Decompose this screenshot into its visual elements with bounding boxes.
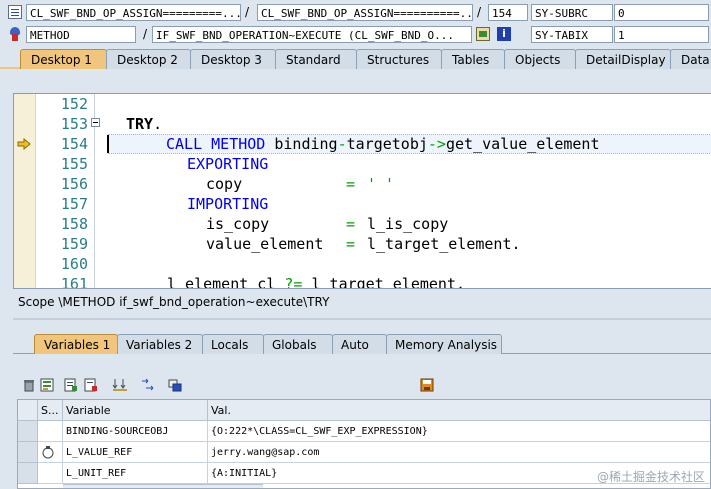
code-value: l_target_element. bbox=[367, 235, 521, 253]
sysvar-value-field-2[interactable]: 1 bbox=[614, 26, 709, 43]
path-separator: / bbox=[143, 27, 148, 41]
code-line-156: copy bbox=[206, 175, 243, 193]
tab-variables-1[interactable]: Variables 1 bbox=[34, 334, 118, 354]
sysvar-name-field[interactable]: SY-SUBRC bbox=[531, 4, 613, 21]
horizontal-scrollbar[interactable] bbox=[63, 484, 263, 488]
line-number: 157 bbox=[60, 195, 88, 213]
line-number: 159 bbox=[60, 235, 88, 253]
status-cell bbox=[38, 442, 63, 463]
include-field[interactable]: CL_SWF_BND_OP_ASSIGN==========... bbox=[257, 4, 473, 21]
sysvar-name-field-2[interactable]: SY-TABIX bbox=[531, 26, 613, 43]
navigate-icon[interactable] bbox=[140, 378, 154, 392]
watchpoint-icon[interactable] bbox=[41, 445, 55, 462]
line-number: 152 bbox=[60, 95, 88, 113]
row-selector[interactable] bbox=[18, 421, 38, 442]
info-icon[interactable]: i bbox=[497, 27, 511, 41]
line-number: 154 bbox=[60, 135, 88, 153]
breakpoint-gutter[interactable] bbox=[14, 94, 36, 288]
tab-variables-2[interactable]: Variables 2 bbox=[117, 334, 203, 354]
variable-value-cell[interactable]: jerry.wang@sap.com bbox=[208, 442, 710, 463]
delete-icon[interactable] bbox=[22, 378, 36, 392]
variable-value-cell[interactable]: {O:222*\CLASS=CL_SWF_EXP_EXPRESSION} bbox=[208, 421, 710, 442]
tab-desktop-3[interactable]: Desktop 3 bbox=[190, 49, 276, 69]
column-header-value[interactable]: Val. bbox=[208, 400, 710, 421]
scope-path: Scope \METHOD if_swf_bnd_operation~execu… bbox=[18, 295, 330, 309]
assign-operator: = bbox=[346, 175, 356, 193]
row-selector[interactable] bbox=[18, 442, 38, 463]
tab-data[interactable]: Data bbox=[670, 49, 711, 69]
display-icon[interactable] bbox=[476, 27, 490, 41]
method-icon[interactable] bbox=[8, 27, 22, 41]
sort-icon[interactable] bbox=[112, 378, 127, 392]
status-cell bbox=[38, 463, 63, 484]
code-line-158: is_copy bbox=[206, 215, 270, 233]
list-icon[interactable] bbox=[40, 378, 54, 392]
import-icon[interactable] bbox=[84, 378, 98, 392]
tab-detaildisplay[interactable]: DetailDisplay bbox=[575, 49, 671, 69]
line-number-field[interactable]: 154 bbox=[488, 4, 528, 21]
path-separator: / bbox=[477, 5, 482, 19]
line-number: 161 bbox=[60, 275, 88, 289]
line-number: 160 bbox=[60, 255, 88, 273]
line-number: 156 bbox=[60, 175, 88, 193]
line-number: 155 bbox=[60, 155, 88, 173]
tab-objects[interactable]: Objects bbox=[504, 49, 576, 69]
variable-name-cell[interactable]: L_UNIT_REF bbox=[63, 463, 208, 484]
event-name-field[interactable]: IF_SWF_BND_OPERATION~EXECUTE (CL_SWF_BND… bbox=[152, 26, 472, 43]
code-line-155: EXPORTING bbox=[187, 155, 269, 173]
line-number: 153 bbox=[60, 115, 88, 133]
save-icon[interactable] bbox=[420, 378, 434, 392]
status-cell bbox=[38, 421, 63, 442]
tab-standard[interactable]: Standard bbox=[275, 49, 357, 69]
tab-auto[interactable]: Auto bbox=[332, 334, 387, 354]
grid-corner[interactable] bbox=[18, 400, 38, 421]
tab-tables[interactable]: Tables bbox=[441, 49, 505, 69]
program-field[interactable]: CL_SWF_BND_OP_ASSIGN=========... bbox=[26, 4, 241, 21]
tab-locals[interactable]: Locals bbox=[202, 334, 264, 354]
filter-icon[interactable] bbox=[168, 378, 182, 392]
text-cursor bbox=[107, 135, 109, 153]
event-type-field[interactable]: METHOD bbox=[26, 26, 136, 43]
tab-desktop-2[interactable]: Desktop 2 bbox=[106, 49, 191, 69]
code-value: l_is_copy bbox=[367, 215, 449, 233]
variable-name-cell[interactable]: BINDING-SOURCEOBJ bbox=[63, 421, 208, 442]
column-header-s[interactable]: S... bbox=[38, 400, 63, 421]
tab-globals[interactable]: Globals bbox=[263, 334, 333, 354]
sysvar-value-field[interactable]: 0 bbox=[614, 4, 709, 21]
tab-memory-analysis[interactable]: Memory Analysis bbox=[386, 334, 502, 354]
execution-arrow-icon bbox=[17, 137, 31, 153]
document-icon[interactable] bbox=[8, 5, 22, 19]
code-line-159: value_element bbox=[206, 235, 324, 253]
tab-desktop-1[interactable]: Desktop 1 bbox=[20, 49, 107, 69]
fold-collapse-icon[interactable] bbox=[91, 118, 100, 127]
export-icon[interactable] bbox=[64, 378, 78, 392]
splitter[interactable] bbox=[13, 318, 711, 320]
path-separator: / bbox=[245, 5, 250, 19]
string-literal: ' ' bbox=[367, 175, 395, 193]
column-header-variable[interactable]: Variable bbox=[63, 400, 208, 421]
row-selector[interactable] bbox=[18, 463, 38, 484]
assign-operator: = bbox=[346, 215, 356, 233]
assign-operator: = bbox=[346, 235, 356, 253]
variable-name-cell[interactable]: L_VALUE_REF bbox=[63, 442, 208, 463]
watermark: @稀土掘金技术社区 bbox=[596, 470, 705, 484]
code-line-161: l element cl ?= l target element. bbox=[167, 275, 466, 289]
line-number: 158 bbox=[60, 215, 88, 233]
code-line-153: TRY. bbox=[126, 115, 163, 133]
code-editor[interactable]: 152 153 154 155 156 157 158 159 160 161 … bbox=[13, 93, 711, 289]
code-line-157: IMPORTING bbox=[187, 195, 269, 213]
tab-structures[interactable]: Structures bbox=[356, 49, 442, 69]
code-line-154: CALL METHOD binding-targetobj->get_value… bbox=[166, 135, 600, 153]
